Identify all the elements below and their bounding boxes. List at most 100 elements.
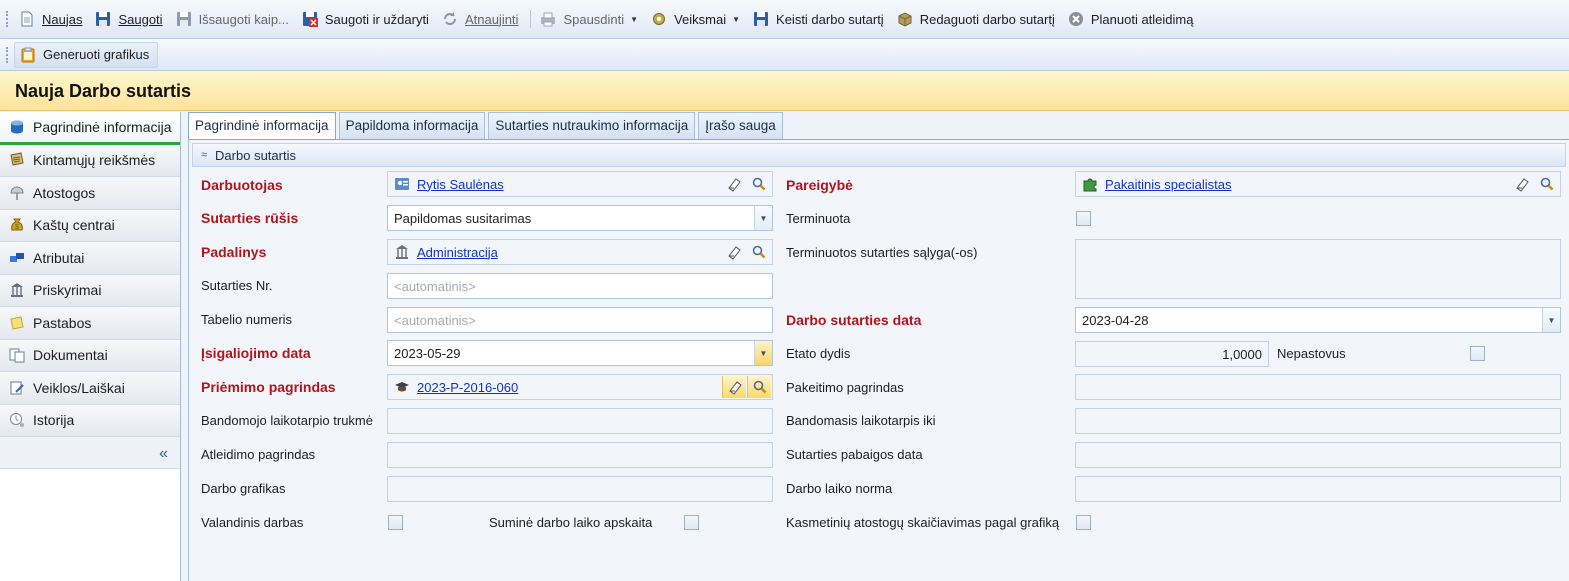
- search-icon[interactable]: [747, 173, 771, 195]
- actions-menu-button[interactable]: Veiksmai ▼: [646, 7, 745, 31]
- fixed-term-checkbox[interactable]: [1076, 211, 1091, 226]
- secondary-toolbar: Generuoti grafikus: [0, 39, 1569, 71]
- hiring-basis-field[interactable]: 2023-P-2016-060: [387, 374, 773, 400]
- probation-until-input[interactable]: [1075, 408, 1561, 434]
- gear-icon: [651, 11, 667, 27]
- summary-accounting-checkbox[interactable]: [684, 515, 699, 530]
- floppy-disk-icon: [176, 11, 192, 27]
- dropdown-arrow-icon[interactable]: ▼: [1542, 308, 1560, 332]
- effective-date-label: Įsigaliojimo data: [201, 345, 311, 361]
- box-edit-icon: [897, 11, 913, 27]
- save-button[interactable]: Saugoti: [90, 7, 167, 31]
- toolbar-grip[interactable]: [6, 46, 10, 63]
- clear-icon[interactable]: [1510, 173, 1534, 195]
- building-icon: [394, 244, 410, 260]
- work-norm-input[interactable]: [1075, 476, 1561, 502]
- department-field[interactable]: Administracija: [387, 239, 773, 265]
- clear-icon[interactable]: [722, 173, 746, 195]
- annual-leave-calc-checkbox[interactable]: [1076, 515, 1091, 530]
- sidebar-item-activities[interactable]: Veiklos/Laiškai: [0, 372, 180, 405]
- sidebar-item-cost-centers[interactable]: $ Kaštų centrai: [0, 209, 180, 242]
- save-and-close-button[interactable]: Saugoti ir uždaryti: [297, 7, 434, 31]
- activities-icon: [9, 380, 25, 396]
- save-as-button[interactable]: Išsaugoti kaip...: [171, 7, 294, 31]
- dropdown-arrow-icon[interactable]: ▼: [754, 341, 772, 365]
- employee-link[interactable]: Rytis Saulėnas: [417, 177, 504, 192]
- contract-date-picker[interactable]: 2023-04-28 ▼: [1075, 307, 1561, 333]
- save-close-icon: [302, 11, 318, 27]
- new-button[interactable]: Naujas: [14, 7, 87, 31]
- contract-end-input[interactable]: [1075, 442, 1561, 468]
- svg-text:$: $: [15, 224, 19, 231]
- page-title: Nauja Darbo sutartis: [15, 81, 192, 101]
- department-label: Padalinys: [201, 244, 267, 260]
- position-link[interactable]: Pakaitinis specialistas: [1105, 177, 1231, 192]
- dismissal-basis-input[interactable]: [387, 442, 773, 468]
- position-field[interactable]: Pakaitinis specialistas: [1075, 171, 1561, 197]
- sidebar-item-main-info[interactable]: Pagrindinė informacija: [0, 112, 180, 145]
- hourly-work-checkbox[interactable]: [388, 515, 403, 530]
- employee-label: Darbuotojas: [201, 177, 283, 193]
- printer-icon: [540, 11, 556, 27]
- dropdown-arrow-icon[interactable]: ▼: [754, 206, 772, 230]
- attributes-icon: [9, 250, 25, 266]
- person-card-icon: [394, 176, 410, 192]
- tab-number-input[interactable]: <automatinis>: [387, 307, 773, 333]
- sidebar-item-notes[interactable]: Pastabos: [0, 307, 180, 340]
- work-norm-label: Darbo laiko norma: [786, 481, 893, 496]
- search-icon[interactable]: [1535, 173, 1559, 195]
- fixed-term-conditions-input[interactable]: [1075, 239, 1561, 299]
- clear-icon[interactable]: [722, 241, 746, 263]
- notes-icon: [9, 152, 25, 168]
- collapse-sidebar-button[interactable]: «: [0, 437, 180, 469]
- probation-length-label: Bandomojo laikotarpio trukmė: [201, 413, 373, 428]
- contract-number-input[interactable]: <automatinis>: [387, 273, 773, 299]
- fte-label: Etato dydis: [786, 346, 851, 361]
- documents-icon: [9, 347, 25, 363]
- probation-length-input[interactable]: [387, 408, 773, 434]
- hiring-basis-label: Priėmimo pagrindas: [201, 379, 336, 395]
- print-button[interactable]: Spausdinti ▼: [535, 7, 643, 31]
- tab-main-info[interactable]: Pagrindinė informacija: [188, 112, 336, 139]
- fixed-term-label: Terminuota: [786, 211, 851, 226]
- non-permanent-label: Nepastovus: [1277, 346, 1346, 361]
- sidebar-item-attributes[interactable]: Atributai: [0, 242, 180, 275]
- sidebar-item-history[interactable]: Istorija: [0, 404, 180, 437]
- contract-type-select[interactable]: Papildomas susitarimas ▼: [387, 205, 773, 231]
- sidebar-item-vacations[interactable]: Atostogos: [0, 177, 180, 210]
- tab-number-label: Tabelio numeris: [201, 312, 293, 327]
- clear-icon[interactable]: [722, 376, 746, 398]
- beach-icon: [9, 185, 25, 201]
- summary-accounting-label: Suminė darbo laiko apskaita: [489, 515, 653, 530]
- change-basis-input[interactable]: [1075, 374, 1561, 400]
- sidebar-item-variable-values[interactable]: Kintamųjų reikšmės: [0, 144, 180, 177]
- generate-schedules-button[interactable]: Generuoti grafikus: [14, 41, 159, 68]
- department-link[interactable]: Administracija: [417, 245, 498, 260]
- edit-contract-button[interactable]: Redaguoti darbo sutartį: [892, 7, 1060, 31]
- non-permanent-checkbox[interactable]: [1470, 346, 1485, 361]
- contract-end-label: Sutarties pabaigos data: [786, 447, 923, 462]
- sidebar-item-documents[interactable]: Dokumentai: [0, 339, 180, 372]
- refresh-button[interactable]: Atnaujinti: [437, 7, 523, 31]
- toolbar-grip[interactable]: [6, 11, 10, 27]
- group-header[interactable]: ≈ Darbo sutartis: [192, 143, 1566, 167]
- sidebar-item-assignments[interactable]: Priskyrimai: [0, 274, 180, 307]
- work-schedule-label: Darbo grafikas: [201, 481, 286, 496]
- contract-number-label: Sutarties Nr.: [201, 278, 273, 293]
- effective-date-picker[interactable]: 2023-05-29 ▼: [387, 340, 773, 366]
- tab-additional-info[interactable]: Papildoma informacija: [338, 112, 486, 139]
- hiring-basis-link[interactable]: 2023-P-2016-060: [417, 380, 518, 395]
- graduation-cap-icon: [394, 379, 410, 395]
- employee-field[interactable]: Rytis Saulėnas: [387, 171, 773, 197]
- search-icon[interactable]: [747, 241, 771, 263]
- building-icon: [9, 282, 25, 298]
- change-contract-button[interactable]: Keisti darbo sutartį: [748, 7, 889, 31]
- tab-record-security[interactable]: Įrašo sauga: [698, 112, 783, 139]
- fte-input[interactable]: 1,0000: [1075, 341, 1269, 367]
- plan-dismissal-button[interactable]: Planuoti atleidimą: [1063, 7, 1199, 31]
- tab-termination-info[interactable]: Sutarties nutraukimo informacija: [488, 112, 696, 139]
- form-panel: ≈ Darbo sutartis Darbuotojas Sutarties r…: [188, 139, 1569, 581]
- search-icon[interactable]: [747, 376, 771, 398]
- money-bag-icon: $: [9, 217, 25, 233]
- work-schedule-input[interactable]: [387, 476, 773, 502]
